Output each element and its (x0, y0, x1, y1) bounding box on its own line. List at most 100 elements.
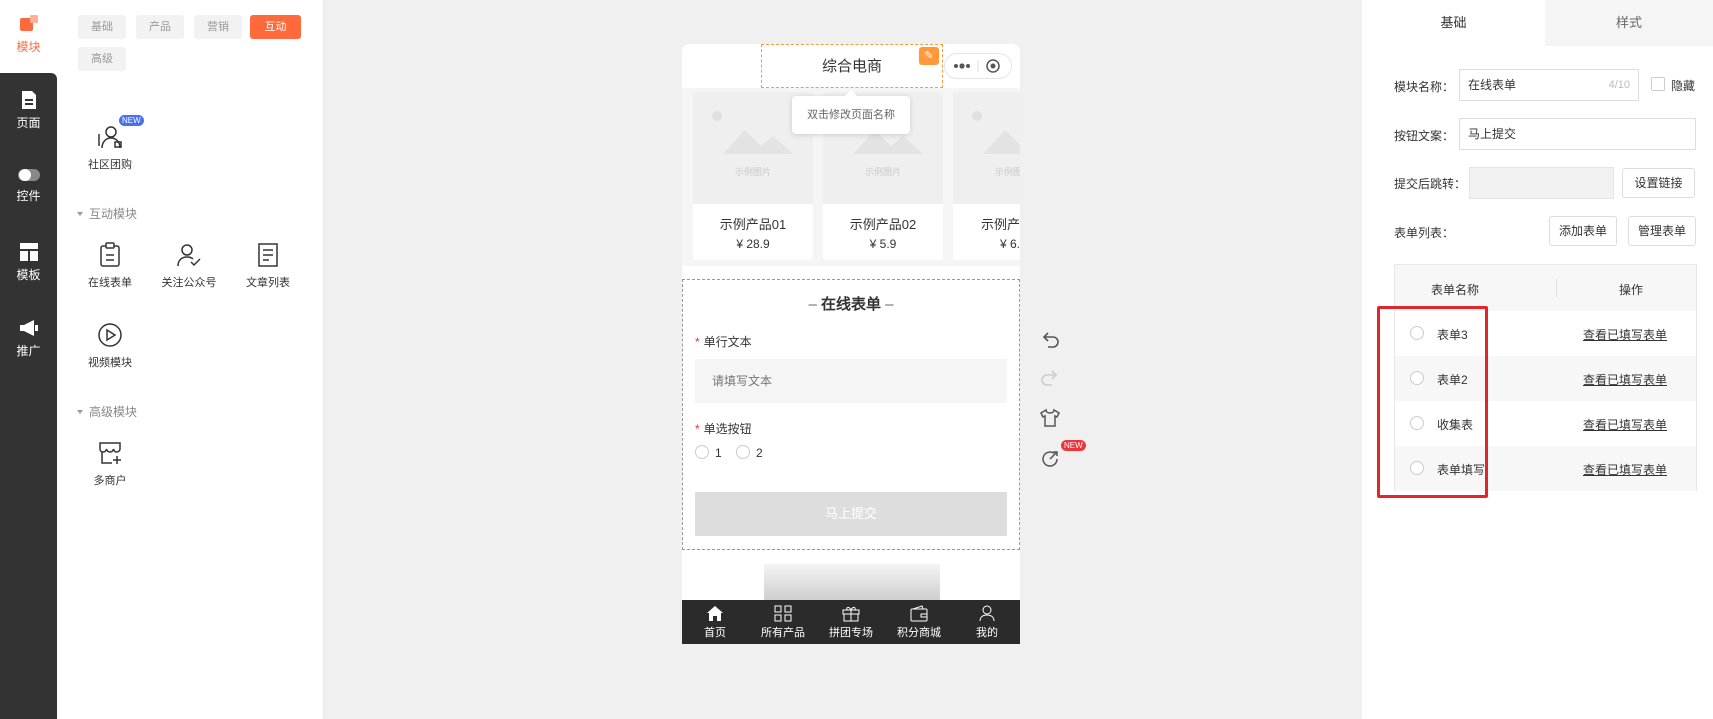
wallet-icon (910, 605, 928, 622)
toggle-icon (17, 169, 40, 181)
product-price: ¥ 5.9 (869, 237, 897, 251)
article-icon (258, 243, 278, 267)
home-icon (707, 606, 723, 621)
field-label-text: * 单行文本 (695, 335, 752, 349)
radio-option-2[interactable] (736, 445, 750, 459)
nav-item-templates[interactable]: 模板 (0, 242, 57, 283)
section-title-interactive[interactable]: 互动模块 (77, 205, 137, 222)
module-video[interactable]: 视频模块 (75, 322, 145, 370)
header-divider (1556, 279, 1557, 297)
nav-item-promote[interactable]: 推广 (0, 318, 57, 359)
phone-header: 综合电商 ✎ (682, 44, 1020, 88)
view-filled-link[interactable]: 查看已填写表单 (1583, 416, 1667, 433)
redirect-input[interactable] (1469, 167, 1614, 199)
tabbar-all-products[interactable]: 所有产品 (750, 605, 816, 640)
tabbar-mine[interactable]: 我的 (954, 605, 1020, 640)
module-online-form[interactable]: 在线表单 (75, 242, 145, 290)
mini-program-capsule (944, 53, 1012, 79)
product-image-placeholder: 示例图片 (953, 92, 1020, 204)
tab-interactive[interactable]: 互动 (250, 15, 301, 39)
page-icon (21, 91, 36, 109)
header-action: 操作 (1619, 283, 1644, 297)
module-follow-account[interactable]: 关注公众号 (154, 242, 224, 290)
module-label: 多商户 (93, 475, 127, 487)
product-name: 示例产品02 (849, 217, 917, 232)
tab-basic-settings[interactable]: 基础 (1362, 0, 1545, 46)
community-group-icon (98, 126, 122, 149)
nav-item-pages[interactable]: 页面 (0, 90, 57, 131)
megaphone-icon (19, 320, 38, 336)
tab-marketing[interactable]: 营销 (194, 15, 242, 39)
tabbar-group-buy[interactable]: 拼团专场 (818, 605, 884, 640)
product-price: ¥ 6. (1000, 237, 1020, 251)
theme-shirt-icon[interactable] (1039, 407, 1061, 429)
single-line-text-input[interactable] (695, 359, 1007, 403)
user-check-icon (177, 244, 201, 267)
product-card[interactable]: 示例图片 示例产 ¥ 6. (953, 92, 1020, 260)
view-filled-link[interactable]: 查看已填写表单 (1583, 461, 1667, 478)
view-filled-link[interactable]: 查看已填写表单 (1583, 326, 1667, 343)
module-multi-merchant[interactable]: 多商户 (75, 440, 145, 488)
product-name: 示例产 (981, 217, 1020, 232)
add-form-button[interactable]: 添加表单 (1549, 216, 1617, 246)
tab-product[interactable]: 产品 (136, 15, 184, 39)
highlight-annotation-box (1377, 306, 1488, 498)
tabbar-home[interactable]: 首页 (682, 605, 748, 640)
module-name-label: 模块名称： (1394, 80, 1455, 94)
module-article-list[interactable]: 文章列表 (233, 242, 303, 290)
placeholder-text: 示例图片 (735, 166, 771, 177)
gift-icon (842, 606, 860, 622)
left-nav: 模块 页面 控件 模板 推广 (0, 0, 57, 719)
footer-placeholder (764, 564, 940, 602)
store-icon (99, 442, 121, 464)
button-text-label: 按钮文案： (1394, 129, 1455, 143)
radio-option-1[interactable] (695, 445, 709, 459)
page-title[interactable]: 综合电商 (761, 44, 943, 88)
placeholder-text: 示例图片 (995, 166, 1020, 177)
module-name-input[interactable]: 在线表单 4/10 (1459, 69, 1639, 101)
tabbar-points-mall[interactable]: 积分商城 (886, 605, 952, 640)
edit-pencil-icon[interactable]: ✎ (919, 47, 939, 65)
manage-form-button[interactable]: 管理表单 (1628, 216, 1696, 246)
module-label: 社区团购 (88, 159, 132, 171)
tab-advanced[interactable]: 高级 (78, 47, 126, 71)
caret-down-icon (77, 212, 83, 216)
view-filled-link[interactable]: 查看已填写表单 (1583, 371, 1667, 388)
redo-icon[interactable] (1039, 368, 1061, 390)
tool-new-badge: NEW (1061, 440, 1086, 451)
button-text-input[interactable]: 马上提交 (1459, 118, 1696, 150)
product-price: ¥ 28.9 (736, 237, 770, 251)
placeholder-text: 示例图片 (865, 166, 901, 177)
hide-label: 隐藏 (1671, 79, 1696, 93)
nav-label-promote: 推广 (16, 344, 41, 358)
redirect-label: 提交后跳转： (1394, 177, 1467, 191)
table-header: 表单名称 操作 (1395, 265, 1696, 311)
more-icon (954, 59, 1000, 73)
submit-button[interactable]: 马上提交 (695, 492, 1007, 536)
image-placeholder-icon: 示例图片 (972, 111, 1020, 177)
module-label: 在线表单 (88, 277, 132, 289)
field-label-radio: * 单选按钮 (695, 422, 752, 436)
module-label: 视频模块 (88, 357, 132, 369)
form-title: – 在线表单 – (808, 296, 894, 313)
online-form-module[interactable]: – 在线表单 – *单行文本 *单选按钮 1 2 马上提交 (682, 279, 1020, 550)
user-icon (979, 605, 995, 622)
share-refresh-icon[interactable] (1039, 448, 1061, 470)
nav-label-modules: 模块 (16, 40, 41, 54)
tab-style-settings[interactable]: 样式 (1545, 0, 1713, 46)
set-link-button[interactable]: 设置链接 (1622, 168, 1695, 198)
phone-preview: 示例图片 示例产品01 ¥ 28.9 示例图片 示例产品02 ¥ 5.9 示例图… (682, 44, 1020, 644)
bottom-tabbar: 首页 所有产品 拼团专场 积分商城 我的 (682, 600, 1020, 644)
module-panel: 基础 产品 营销 互动 高级 社区团购 NEW 互动模块 在线表单 关注公众号 (57, 0, 324, 719)
tab-basic[interactable]: 基础 (78, 15, 126, 39)
hide-checkbox[interactable] (1651, 77, 1665, 91)
nav-item-controls[interactable]: 控件 (0, 167, 57, 204)
nav-item-modules[interactable]: 模块 (0, 14, 57, 55)
undo-icon[interactable] (1039, 330, 1061, 352)
char-counter: 4/10 (1608, 79, 1630, 91)
section-title-advanced[interactable]: 高级模块 (77, 403, 137, 420)
play-circle-icon (98, 323, 122, 347)
form-list-label: 表单列表： (1394, 226, 1455, 240)
template-icon (19, 243, 38, 261)
module-community-group-buy[interactable]: 社区团购 NEW (75, 115, 145, 172)
